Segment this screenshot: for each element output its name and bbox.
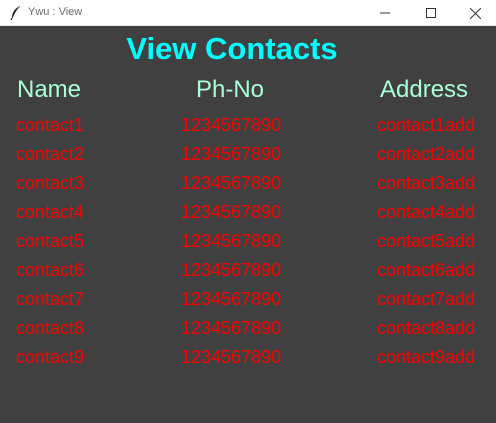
maximize-button[interactable]	[408, 0, 454, 26]
feather-icon	[9, 5, 23, 21]
minimize-button[interactable]	[362, 0, 408, 26]
contact-row: contact5 1234567890 contact5add	[0, 226, 496, 255]
contact-phone: 1234567890	[181, 173, 282, 193]
title-bar[interactable]: Ywu : View	[0, 0, 496, 26]
contact-name: contact7	[16, 289, 85, 309]
contact-list: contact1 1234567890 contact1add contact2…	[0, 110, 496, 371]
contact-name: contact4	[16, 202, 85, 222]
contact-name: contact6	[16, 260, 85, 280]
contact-name: contact9	[16, 347, 85, 367]
contact-row: contact3 1234567890 contact3add	[0, 168, 496, 197]
contact-name: contact5	[16, 231, 85, 251]
contact-phone: 1234567890	[181, 202, 282, 222]
contact-row: contact9 1234567890 contact9add	[0, 342, 496, 371]
contact-name: contact8	[16, 318, 85, 338]
close-button[interactable]	[452, 0, 496, 26]
contact-address: contact1add	[377, 115, 476, 135]
contact-address: contact7add	[377, 289, 476, 309]
column-header-name: Name	[17, 76, 82, 103]
contact-name: contact1	[16, 115, 85, 135]
contact-row: contact6 1234567890 contact6add	[0, 255, 496, 284]
contact-address: contact6add	[377, 260, 476, 280]
contact-phone: 1234567890	[181, 347, 282, 367]
contact-phone: 1234567890	[181, 260, 282, 280]
contact-address: contact4add	[377, 202, 476, 222]
column-header-address: Address	[380, 76, 469, 103]
contact-row: contact1 1234567890 contact1add	[0, 110, 496, 139]
contact-phone: 1234567890	[181, 318, 282, 338]
contact-address: contact3add	[377, 173, 476, 193]
contact-row: contact4 1234567890 contact4add	[0, 197, 496, 226]
window-title: Ywu : View	[28, 6, 83, 18]
contact-name: contact3	[16, 173, 85, 193]
minimize-icon	[380, 12, 390, 14]
column-header-phone: Ph-No	[196, 76, 265, 103]
contact-address: contact2add	[377, 144, 476, 164]
close-icon	[469, 7, 481, 19]
page-title: View Contacts	[126, 31, 338, 66]
contact-address: contact9add	[377, 347, 476, 367]
contact-address: contact5add	[377, 231, 476, 251]
contact-phone: 1234567890	[181, 115, 282, 135]
contact-row: contact2 1234567890 contact2add	[0, 139, 496, 168]
maximize-icon	[426, 8, 436, 18]
contact-phone: 1234567890	[181, 144, 282, 164]
contact-row: contact7 1234567890 contact7add	[0, 284, 496, 313]
contact-name: contact2	[16, 144, 85, 164]
contact-phone: 1234567890	[181, 231, 282, 251]
contact-address: contact8add	[377, 318, 476, 338]
contact-phone: 1234567890	[181, 289, 282, 309]
contact-row: contact8 1234567890 contact8add	[0, 313, 496, 342]
